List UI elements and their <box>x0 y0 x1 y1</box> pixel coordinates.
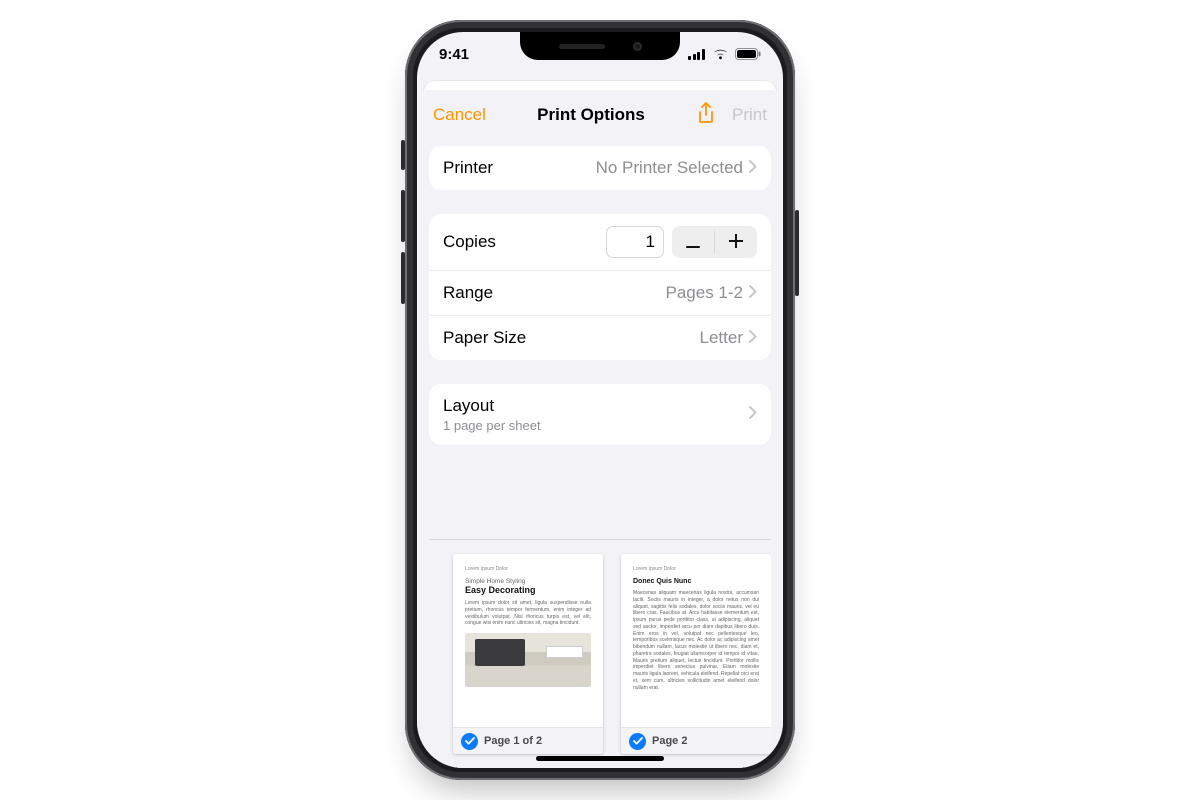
preview-page-1[interactable]: Lorem Ipsum Dolor Simple Home Styling Ea… <box>453 554 603 754</box>
home-indicator[interactable] <box>536 756 664 761</box>
layout-row[interactable]: Layout 1 page per sheet <box>429 384 771 445</box>
print-options-sheet: Cancel Print Options Print <box>417 90 783 768</box>
page-selected-check[interactable] <box>629 733 646 750</box>
paper-size-value: Letter <box>700 328 743 348</box>
printer-row[interactable]: Printer No Printer Selected <box>429 146 771 190</box>
wifi-icon <box>712 48 729 60</box>
page-caption-bar: Page 2 <box>621 727 771 754</box>
copies-stepper <box>672 226 757 258</box>
chevron-right-icon <box>749 328 757 348</box>
cancel-button[interactable]: Cancel <box>433 105 486 125</box>
copies-increment-button[interactable] <box>715 226 757 258</box>
plus-icon <box>729 231 743 254</box>
checkmark-icon <box>465 737 475 745</box>
page-body-text: Maecenas aliquam maecenas ligula nostra,… <box>633 590 759 691</box>
page-caption: Page 2 <box>652 735 687 747</box>
chevron-right-icon <box>749 158 757 178</box>
page-header: Lorem Ipsum Dolor <box>633 566 759 572</box>
side-button <box>795 210 799 296</box>
printer-value: No Printer Selected <box>596 158 743 178</box>
print-button[interactable]: Print <box>732 105 767 125</box>
range-label: Range <box>443 283 493 303</box>
chevron-right-icon <box>749 283 757 303</box>
page-body-text: Lorem ipsum dolor sit amet, ligula suspe… <box>465 600 591 627</box>
ringer-switch <box>401 140 405 170</box>
page-image <box>465 633 591 687</box>
copies-decrement-button[interactable] <box>672 226 714 258</box>
range-row[interactable]: Range Pages 1-2 <box>429 270 771 315</box>
copies-label: Copies <box>443 232 496 252</box>
screen: 9:41 <box>417 32 783 768</box>
layout-group: Layout 1 page per sheet <box>429 384 771 445</box>
page-subtitle: Simple Home Styling <box>465 578 591 585</box>
notch <box>520 32 680 60</box>
front-camera <box>633 42 642 51</box>
copies-row: Copies 1 <box>429 214 771 270</box>
battery-icon <box>735 48 761 60</box>
paper-size-row[interactable]: Paper Size Letter <box>429 315 771 360</box>
page-caption-bar: Page 1 of 2 <box>453 727 603 754</box>
copies-field[interactable]: 1 <box>606 226 664 258</box>
printer-group: Printer No Printer Selected <box>429 146 771 190</box>
settings-group: Copies 1 <box>429 214 771 360</box>
layout-label: Layout <box>443 396 541 416</box>
page-preview-strip[interactable]: Lorem Ipsum Dolor Simple Home Styling Ea… <box>429 539 771 768</box>
chevron-right-icon <box>749 406 757 424</box>
sheet-title: Print Options <box>537 105 645 125</box>
page-header: Lorem Ipsum Dolor <box>465 566 591 572</box>
volume-up-button <box>401 190 405 242</box>
page-title: Easy Decorating <box>465 585 591 595</box>
volume-down-button <box>401 252 405 304</box>
status-time: 9:41 <box>439 46 469 63</box>
page-title: Donec Quis Nunc <box>633 578 759 585</box>
iphone-frame: 9:41 <box>405 20 795 780</box>
preview-page-2[interactable]: Lorem Ipsum Dolor Donec Quis Nunc Maecen… <box>621 554 771 754</box>
layout-detail: 1 page per sheet <box>443 418 541 433</box>
page-selected-check[interactable] <box>461 733 478 750</box>
status-bar: 9:41 <box>417 32 783 76</box>
page-caption: Page 1 of 2 <box>484 735 542 747</box>
share-icon <box>696 102 716 129</box>
cellular-signal-icon <box>688 48 706 60</box>
printer-label: Printer <box>443 158 493 178</box>
checkmark-icon <box>633 737 643 745</box>
minus-icon <box>686 231 700 254</box>
range-value: Pages 1-2 <box>666 283 744 303</box>
speaker-grill <box>559 44 605 49</box>
sheet-nav-bar: Cancel Print Options Print <box>417 90 783 140</box>
paper-size-label: Paper Size <box>443 328 526 348</box>
share-button[interactable] <box>696 102 716 129</box>
